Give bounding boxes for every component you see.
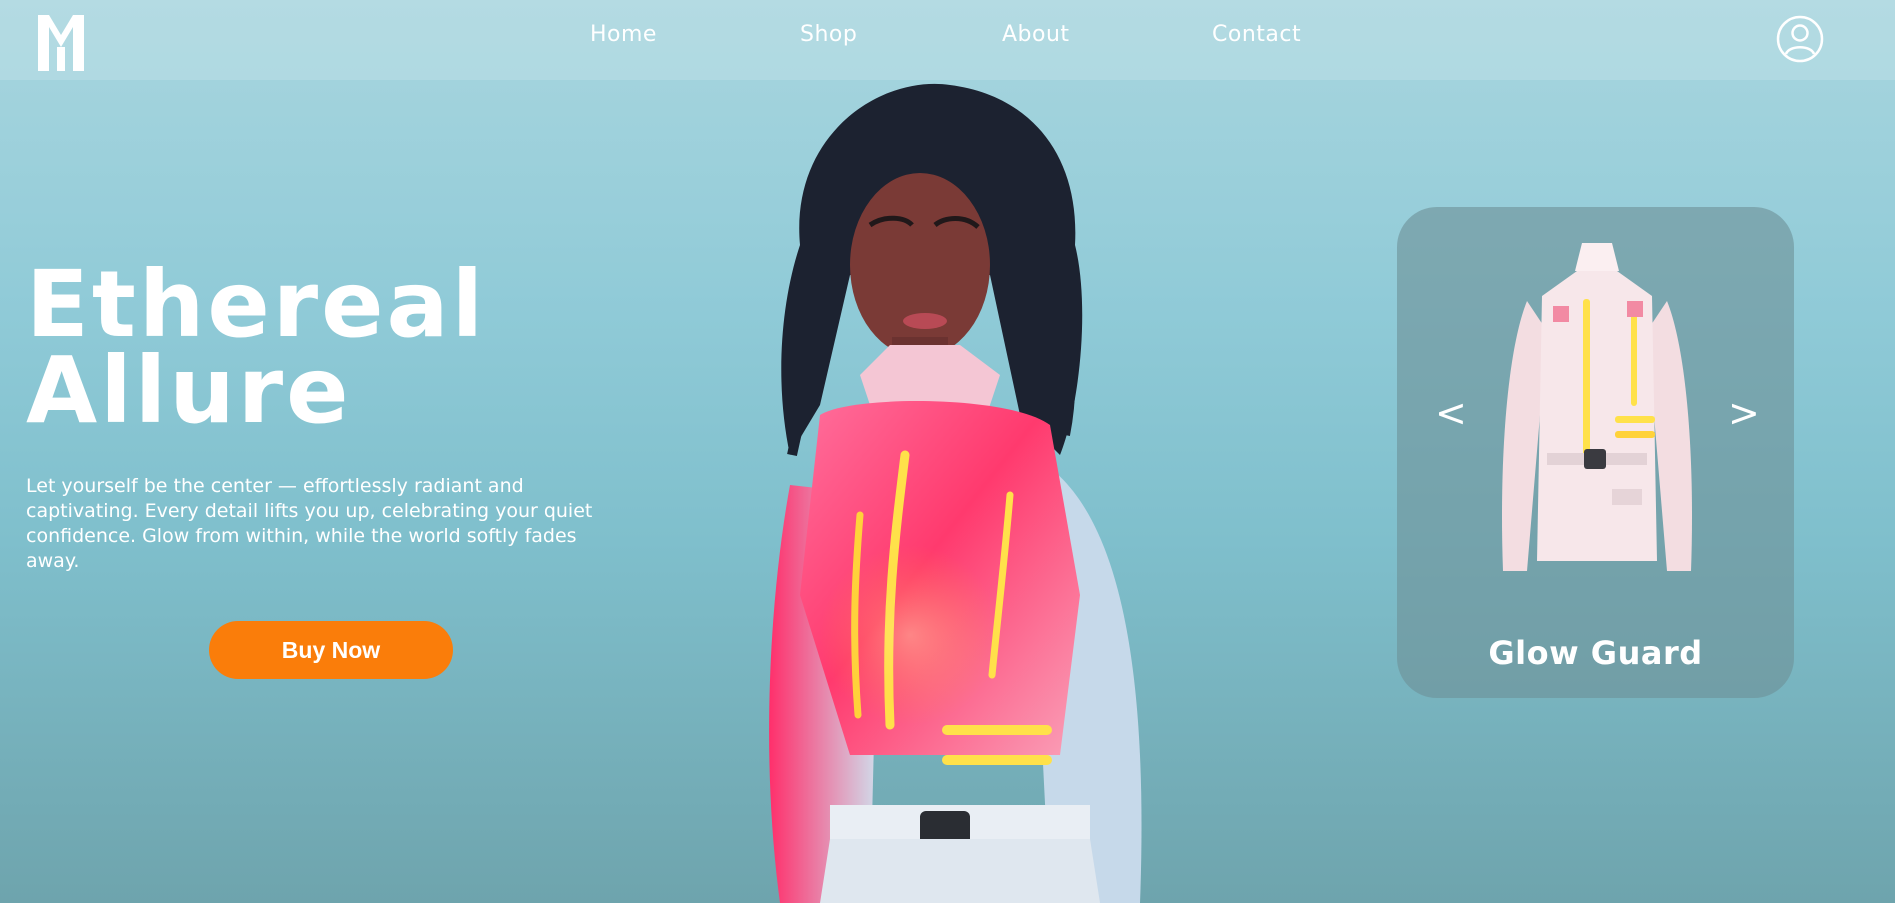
nav-shop[interactable]: Shop [800, 22, 857, 47]
hero-title: Ethereal Allure [26, 251, 487, 444]
product-card[interactable]: < > Glow Guard [1397, 207, 1794, 698]
previous-product-button[interactable]: < [1435, 391, 1467, 435]
buy-now-button[interactable]: Buy Now [209, 621, 453, 679]
nav-contact[interactable]: Contact [1212, 22, 1301, 47]
next-product-button[interactable]: > [1728, 391, 1760, 435]
product-name: Glow Guard [1488, 634, 1703, 672]
model-photo [769, 83, 1142, 903]
nav-about[interactable]: About [1002, 22, 1070, 47]
hero-description: Let yourself be the center — effortlessl… [26, 475, 593, 572]
product-jacket-image [1502, 243, 1692, 571]
m-monogram-logo[interactable] [36, 13, 86, 73]
top-navigation-bar: Home Shop About Contact [0, 0, 1895, 80]
nav-home[interactable]: Home [590, 22, 657, 47]
user-account-icon[interactable] [1776, 15, 1824, 63]
hero-title-line-2: Allure [26, 337, 352, 444]
hero-title-line-1: Ethereal [26, 251, 487, 358]
